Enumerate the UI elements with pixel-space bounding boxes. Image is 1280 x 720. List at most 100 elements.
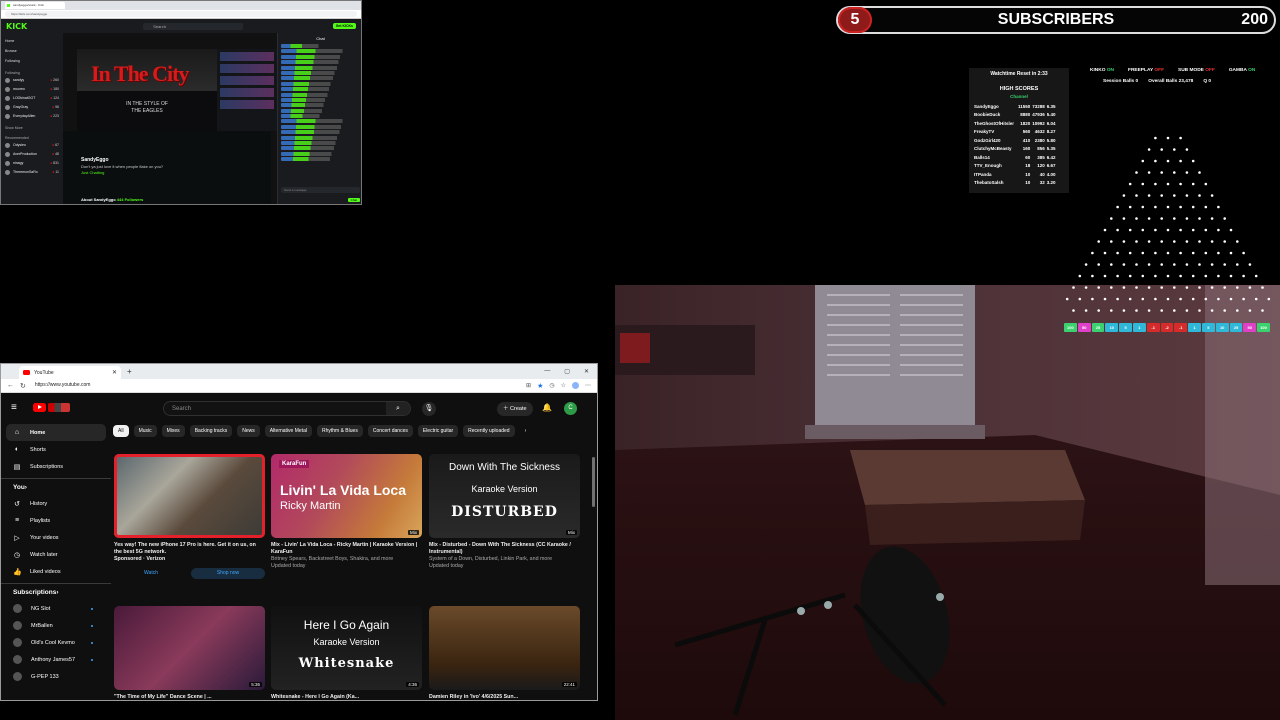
you-section-heading[interactable]: You › [1,478,111,495]
create-button[interactable]: ＋ Create [497,402,533,416]
chat-input[interactable]: Send a message [281,187,360,193]
video-card[interactable]: Down With The Sickness Karaoke Version DIS… [429,454,580,570]
search-input[interactable]: Search [164,406,386,412]
kick-channel-row[interactable]: AverProduction 48 [5,150,59,159]
subscriptions-section-heading[interactable]: Subscriptions › [1,583,111,600]
video-title[interactable]: "The Time of My Life" Dance Scene | ... [114,694,265,700]
video-thumbnail[interactable]: Down With The Sickness Karaoke Version DIS… [429,454,580,538]
kick-channel-row[interactable]: GrayGray 96 [5,103,59,112]
filter-chip[interactable]: Music [133,425,157,437]
kick-channel-row[interactable]: Odysieo 67 [5,141,59,150]
video-title[interactable]: Whitesnake - Here I Go Again (Ka... [271,694,422,700]
video-thumbnail[interactable]: KaraFun Livin' La Vida Loca Ricky Martin Mi… [271,454,422,538]
kick-channel-row[interactable]: LOOkinatGOT 124 [5,94,59,103]
guide-item-subscriptions[interactable]: ▤ Subscriptions [1,458,111,475]
get-kicks-button[interactable]: Get KICKs [332,23,356,29]
video-title[interactable]: Damien Riley in 'Ivo' 4/6/2025 Sun... [429,694,580,700]
subscription-channel[interactable]: Old's Cool Kevmo [1,634,111,651]
kick-nav-browse[interactable]: Browse [5,46,59,56]
extensions-icon[interactable]: ⊞ [526,382,531,389]
video-thumbnail[interactable]: 22:41 [429,606,580,690]
subscription-channel[interactable]: MrBallen [1,617,111,634]
plinko-peg [1154,205,1157,209]
sponsored-video-card[interactable]: Yes way! The new iPhone 17 Pro is here. … [114,454,265,579]
subscription-channel[interactable]: Anthony James57 [1,651,111,668]
youtube-logo-icon[interactable] [33,402,46,412]
filter-chip[interactable]: Mixes [161,425,185,437]
kick-tab[interactable]: sandyeggo/stuck - Kick [5,2,65,9]
filter-chip[interactable]: Electric guitar [417,425,459,437]
subscription-channel[interactable]: G-PEP 133 [1,668,111,685]
kick-url-field[interactable]: https://kick.com/sandyeggo [5,11,357,17]
page-scrollbar[interactable] [592,457,595,507]
kick-channel-row[interactable]: sandyy 260 [5,76,59,85]
video-title[interactable]: Mix - Disturbed - Down With The Sickness… [429,542,580,556]
url-field[interactable]: https://www.youtube.com [32,381,520,390]
close-tab-icon[interactable]: ✕ [112,369,117,376]
video-card[interactable]: 22:41 Damien Riley in 'Ivo' 4/6/2025 Sun.… [429,606,580,700]
kick-nav-home[interactable]: Home [5,36,59,46]
filter-chip[interactable]: Alternative Metal [264,425,312,437]
score-value: 8.27 [1046,129,1056,135]
kick-video-player[interactable]: In The City IN THE STYLE OF THE EAGLES [77,49,217,131]
video-title[interactable]: Mix - Livin' La Vida Loca - Ricky Martin… [271,542,422,556]
kick-show-more[interactable]: Show More [5,125,59,131]
close-window-icon[interactable]: ✕ [584,368,589,375]
kick-browser-window[interactable]: sandyeggo/stuck - Kick https://kick.com/… [0,0,362,205]
video-thumbnail[interactable]: Here I Go Again Karaoke Version Whitesnake… [271,606,422,690]
chips-next-arrow-icon[interactable]: › [520,425,532,437]
streamer-name[interactable]: SandyEggo [81,157,261,163]
guide-item-playlists[interactable]: ≡ Playlists [1,512,111,529]
video-thumbnail[interactable]: 5:36 [114,606,265,690]
filter-chip[interactable]: Backing tracks [189,425,233,437]
maximize-icon[interactable]: ▢ [564,368,570,375]
video-card[interactable]: 5:36 "The Time of My Life" Dance Scene | … [114,606,265,700]
kick-search-input[interactable]: Search [143,22,244,30]
hamburger-menu-icon[interactable]: ≡ [11,402,33,413]
guide-item-home[interactable]: ⌂ Home [6,424,106,441]
shop-now-button[interactable]: Shop now [191,568,265,579]
filter-chip[interactable]: All [113,425,129,437]
filter-chip[interactable]: News [237,425,260,437]
watch-button[interactable]: Watch [114,568,188,579]
notifications-bell-icon[interactable]: 🔔 [542,403,552,412]
guide-item-shorts[interactable]: ◐ Shorts [1,441,111,458]
kick-channel-row[interactable]: EverydayAllen 223 [5,112,59,121]
filter-chip[interactable]: Rhythm & Blues [316,425,363,437]
video-title[interactable]: Yes way! The new iPhone 17 Pro is here. … [114,542,265,556]
guide-item-history[interactable]: ↺ History [1,495,111,512]
bookmark-star-icon[interactable]: ★ [537,382,543,390]
microphone-icon[interactable]: 🎙 [422,402,436,416]
stream-category[interactable]: Just Chatting [81,170,261,175]
kick-logo[interactable]: KICK [6,22,27,31]
search-icon[interactable]: ⌕ [386,402,410,415]
plinko-peg [1179,274,1182,278]
filter-chip[interactable]: Recently uploaded [463,425,515,437]
new-tab-icon[interactable]: + [127,367,132,376]
back-icon[interactable]: ← [7,382,14,389]
kick-channel-row[interactable]: mooreo 180 [5,85,59,94]
guide-item-your-videos[interactable]: ▷ Your videos [1,529,111,546]
subscription-channel[interactable]: NG Slot [1,600,111,617]
kick-nav-following[interactable]: Following [5,56,59,66]
youtube-doodle[interactable] [48,402,70,412]
guide-item-liked-videos[interactable]: 👍 Liked videos [1,563,111,580]
kick-channel-row[interactable]: TheremonSaRo 11 [5,168,59,177]
favorites-icon[interactable]: ☆ [561,382,566,389]
profile-avatar[interactable] [572,382,579,389]
account-avatar[interactable]: C [564,402,577,415]
history-toolbar-icon[interactable]: ◷ [549,382,554,389]
minimize-icon[interactable]: — [544,368,550,375]
kick-channel-row[interactable]: ninagy 831 [5,159,59,168]
subscription-name: G-PEP 133 [31,673,59,680]
guide-item-watch-later[interactable]: ◷ Watch later [1,546,111,563]
more-menu-icon[interactable]: ⋯ [585,382,591,389]
video-card[interactable]: Here I Go Again Karaoke Version Whitesnake… [271,606,422,700]
filter-chip[interactable]: Concert dances [367,425,413,437]
video-card[interactable]: KaraFun Livin' La Vida Loca Ricky Martin Mi… [271,454,422,570]
youtube-browser-window[interactable]: YouTube ✕ + — ▢ ✕ ← ↻ https://www.youtub… [0,363,598,701]
chat-send-button[interactable]: Chat [347,198,360,202]
youtube-tab[interactable]: YouTube ✕ [19,366,121,379]
reload-icon[interactable]: ↻ [20,382,26,390]
video-thumbnail[interactable] [114,454,265,538]
